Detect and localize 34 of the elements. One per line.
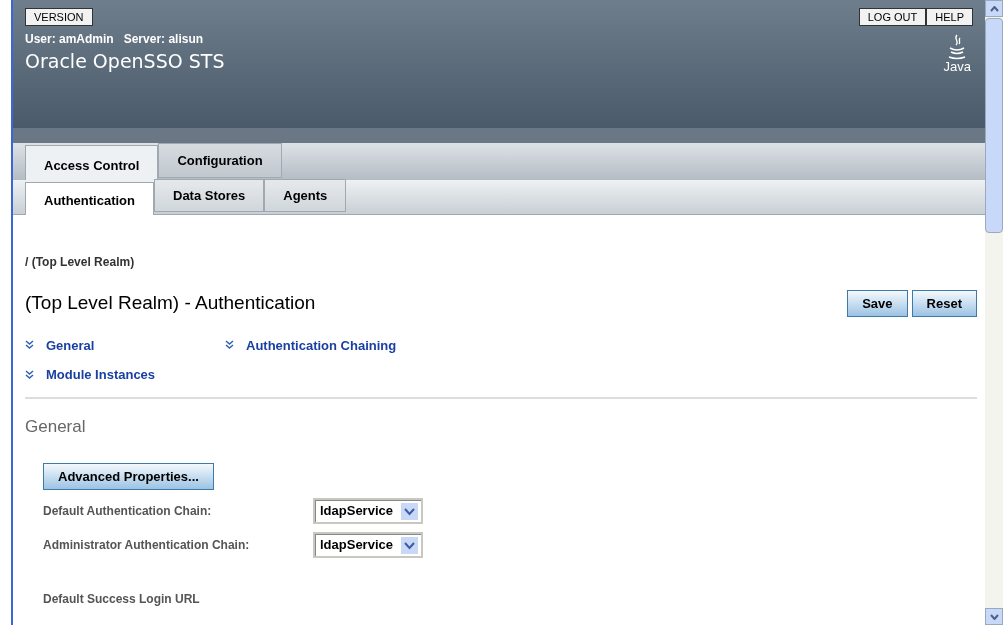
dropdown-caret-icon	[401, 502, 418, 520]
reset-button[interactable]: Reset	[911, 289, 977, 317]
jump-link[interactable]: Module Instances	[25, 365, 225, 385]
scroll-up-icon[interactable]	[989, 5, 999, 12]
logo-text: Java	[943, 60, 971, 73]
subtab[interactable]: Agents	[264, 179, 347, 212]
product-name: Oracle OpenSSO STS	[25, 50, 225, 74]
page-title: (Top Level Realm) - Authentication	[25, 291, 316, 315]
coffee-cup-icon	[948, 34, 967, 60]
save-button[interactable]: Save	[847, 289, 908, 317]
subtab[interactable]: Authentication	[25, 182, 154, 215]
section-title: General	[25, 415, 87, 438]
version-button[interactable]: VERSION	[25, 8, 93, 26]
chain-dropdown[interactable]: ldapService	[313, 532, 423, 558]
jump-link[interactable]: General	[25, 335, 225, 355]
double-chevron-icon	[25, 369, 34, 380]
advanced-properties-button[interactable]: Advanced Properties...	[43, 463, 214, 490]
logout-button[interactable]: LOG OUT	[858, 8, 927, 26]
field-label: Default Success Login URL	[43, 591, 201, 608]
dropdown-caret-icon	[401, 536, 418, 554]
field-label: Default Authentication Chain:	[43, 503, 213, 520]
jump-link[interactable]: Authentication Chaining	[225, 335, 977, 355]
double-chevron-icon	[225, 340, 234, 351]
chain-dropdown[interactable]: ldapService	[313, 498, 423, 524]
double-chevron-icon	[25, 340, 34, 351]
scrollbar[interactable]	[985, 0, 1003, 625]
tab[interactable]: Configuration	[158, 143, 282, 178]
field-label: Administrator Authentication Chain:	[43, 537, 251, 554]
tab[interactable]: Access Control	[25, 145, 159, 180]
subtab[interactable]: Data Stores	[154, 179, 265, 212]
breadcrumb: / (Top Level Realm)	[25, 254, 136, 271]
user-info: User: amAdmin Server: alisun	[25, 31, 205, 48]
help-button[interactable]: HELP	[926, 8, 973, 26]
scroll-down-icon[interactable]	[989, 613, 999, 620]
